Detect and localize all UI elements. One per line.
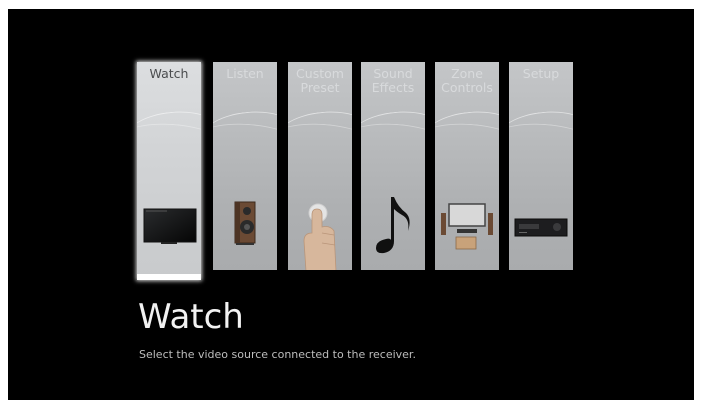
- tile-label-listen: Listen: [226, 66, 264, 81]
- tile-setup[interactable]: Setup: [509, 62, 573, 270]
- finger-press-icon: [303, 203, 337, 270]
- receiver-menu-screen: Watch Listen Custom Preset Sound Effects…: [8, 9, 694, 400]
- receiver-icon: [514, 218, 568, 237]
- tile-label-custom-preset: Custom Preset: [296, 66, 344, 95]
- music-note-icon: [376, 197, 410, 254]
- tile-listen[interactable]: Listen: [213, 62, 277, 270]
- selected-item-title: Watch: [138, 297, 244, 337]
- selection-bar: [137, 274, 201, 280]
- tv-icon: [143, 208, 197, 244]
- tile-sound-effects[interactable]: Sound Effects: [361, 62, 425, 270]
- tile-watch[interactable]: Watch: [137, 62, 201, 280]
- tile-label-sound-effects: Sound Effects: [371, 66, 415, 95]
- tile-label-setup: Setup: [522, 66, 560, 81]
- tile-label-watch: Watch: [149, 66, 189, 81]
- tile-custom-preset[interactable]: Custom Preset: [288, 62, 352, 270]
- zone-speakers-icon: [441, 203, 493, 250]
- speaker-icon: [234, 201, 256, 245]
- selected-item-description: Select the video source connected to the…: [139, 348, 416, 361]
- tile-label-zone-controls: Zone Controls: [441, 66, 493, 95]
- tile-zone-controls[interactable]: Zone Controls: [435, 62, 499, 270]
